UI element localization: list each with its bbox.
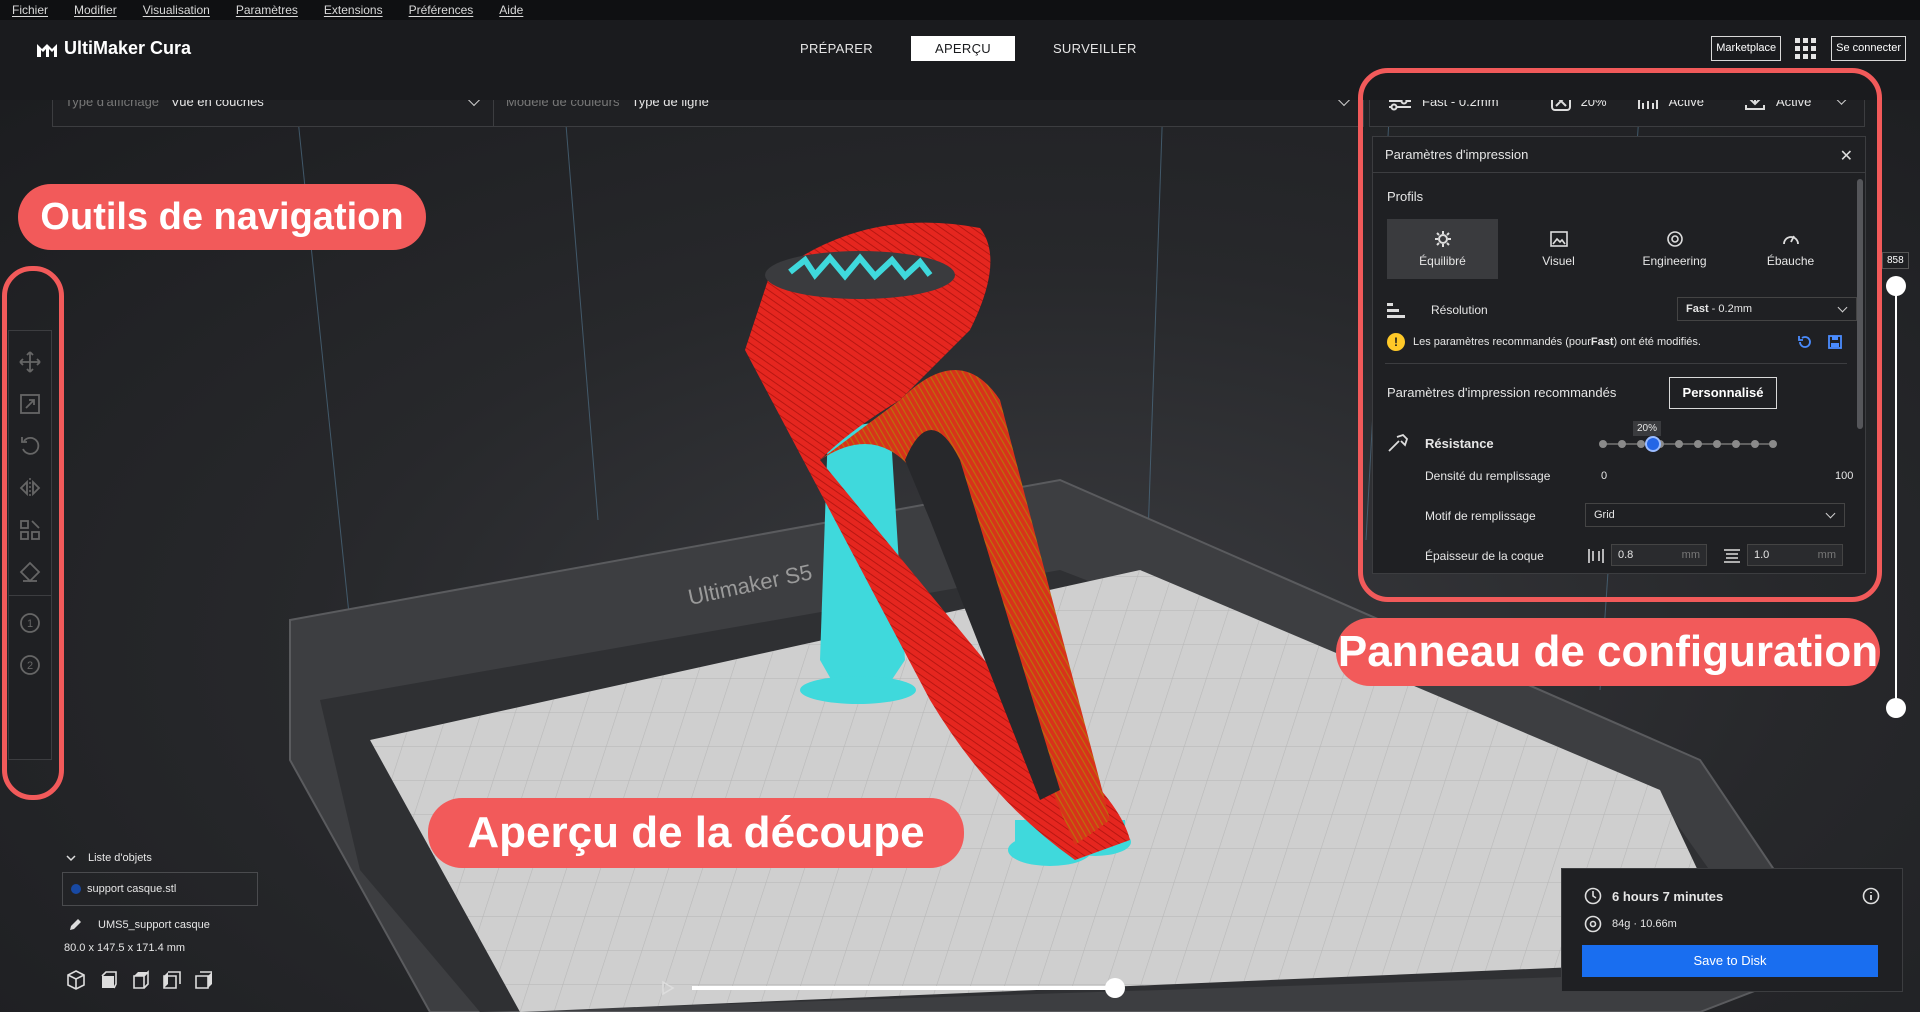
apps-grid-icon[interactable] <box>1795 37 1817 60</box>
ultimaker-logo-icon <box>37 43 57 57</box>
path-slider-handle[interactable] <box>1105 978 1125 998</box>
view-type-select[interactable]: Type d'affichage Vue en couches <box>53 100 493 126</box>
top-view-icon[interactable] <box>130 970 150 990</box>
stage-tabs: PRÉPARER APERÇU SURVEILLER <box>776 36 1161 61</box>
layer-number-tag[interactable]: 858 <box>1882 252 1909 269</box>
material-usage: 84g · 10.66m <box>1612 918 1677 930</box>
menu-view[interactable]: Visualisation <box>143 3 210 17</box>
menu-edit[interactable]: Modifier <box>74 3 117 17</box>
spool-icon <box>1584 915 1602 933</box>
annotation-navigation-tools: Outils de navigation <box>18 184 426 250</box>
annotation-configuration-panel: Panneau de configuration <box>1336 618 1880 686</box>
chevron-down-icon <box>466 100 482 107</box>
color-model-label: Modèle de couleurs <box>506 100 620 109</box>
print-time: 6 hours 7 minutes <box>1612 888 1724 904</box>
object-list-item[interactable]: support casque.stl <box>62 872 258 906</box>
left-view-icon[interactable] <box>162 970 182 990</box>
camera-view-buttons <box>66 970 258 990</box>
tab-prepare[interactable]: PRÉPARER <box>776 36 897 61</box>
job-name[interactable]: UMS5_support casque <box>98 919 210 931</box>
play-icon[interactable] <box>660 980 676 996</box>
print-time-row: 6 hours 7 minutes <box>1584 887 1723 905</box>
chevron-down-icon <box>1336 100 1352 107</box>
view-options-bar: Type d'affichage Vue en couches Modèle d… <box>52 100 1364 127</box>
object-dimensions: 80.0 x 147.5 x 171.4 mm <box>64 942 186 954</box>
tab-monitor[interactable]: SURVEILLER <box>1029 36 1161 61</box>
annotation-outline-navigation <box>2 266 64 800</box>
object-list-title: Liste d'objets <box>88 852 152 864</box>
info-icon[interactable] <box>1862 887 1880 905</box>
marketplace-button[interactable]: Marketplace <box>1711 36 1782 61</box>
layer-slider-bottom-handle[interactable] <box>1886 698 1906 718</box>
header-actions: Marketplace Se connecter <box>1711 36 1906 61</box>
menu-preferences[interactable]: Préférences <box>409 3 474 17</box>
menu-extensions[interactable]: Extensions <box>324 3 383 17</box>
material-row: 84g · 10.66m <box>1584 915 1677 933</box>
chevron-down-icon <box>66 855 76 862</box>
extruder-color-dot <box>71 884 81 894</box>
menu-settings[interactable]: Paramètres <box>236 3 298 17</box>
object-list-header[interactable]: Liste d'objets <box>66 852 258 864</box>
layer-slider-top-handle[interactable] <box>1886 276 1906 296</box>
tab-preview[interactable]: APERÇU <box>910 36 1015 61</box>
view-type-value: Vue en couches <box>171 100 264 109</box>
app-title: UltiMaker Cura <box>64 38 192 58</box>
signin-button[interactable]: Se connecter <box>1831 36 1906 61</box>
right-view-icon[interactable] <box>194 970 214 990</box>
object-list: Liste d'objets support casque.stl UMS5_s… <box>62 852 258 990</box>
path-slider[interactable] <box>692 978 1125 998</box>
save-to-disk-button[interactable]: Save to Disk <box>1582 945 1878 977</box>
object-filename: support casque.stl <box>87 883 177 895</box>
annotation-outline-configuration <box>1358 68 1882 602</box>
front-view-icon[interactable] <box>98 970 118 990</box>
clock-icon <box>1584 887 1602 905</box>
annotation-slice-preview: Aperçu de la découpe <box>428 798 964 868</box>
view-type-label: Type d'affichage <box>65 100 160 109</box>
3d-view-icon[interactable] <box>66 970 86 990</box>
color-model-value: Type de ligne <box>631 100 709 109</box>
output-panel: 6 hours 7 minutes 84g · 10.66m Save to D… <box>1561 868 1903 992</box>
color-model-select[interactable]: Modèle de couleurs Type de ligne <box>494 100 1363 126</box>
layer-slider[interactable] <box>1886 276 1906 718</box>
menu-file[interactable]: Fichier <box>12 3 48 17</box>
app-logo: UltiMaker Cura <box>36 38 191 59</box>
menu-help[interactable]: Aide <box>499 3 523 17</box>
menu-bar: Fichier Modifier Visualisation Paramètre… <box>0 0 1920 20</box>
job-name-row: UMS5_support casque <box>68 918 258 932</box>
pencil-icon[interactable] <box>68 918 82 932</box>
layer-playback <box>660 978 1125 998</box>
